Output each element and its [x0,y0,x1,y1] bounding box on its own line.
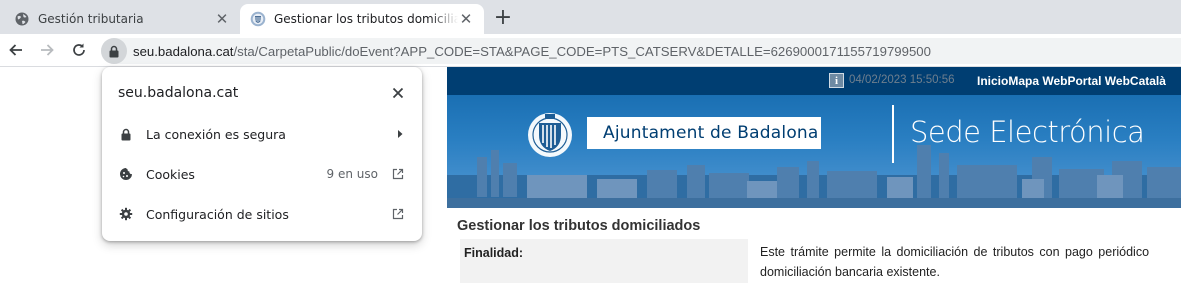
tab-close-button[interactable]: ✕ [458,10,474,28]
chevron-right-icon [398,130,403,138]
banner-divider [892,105,894,163]
cookies-item[interactable]: Cookies 9 en uso [102,154,422,194]
finalidad-value-line1: Este trámite permite la domiciliación de… [760,245,1150,259]
site-settings-item[interactable]: Configuración de sitios [102,194,422,234]
connection-secure-label: La conexión es segura [146,126,286,142]
top-nav-links[interactable]: InicioMapa WebPortal WebCatalà [977,74,1166,88]
reload-icon [73,43,85,56]
sede-electronica-title: Sede Electrónica [910,115,1145,149]
badalona-seal-logo [528,113,572,157]
url-host: seu.badalona.cat [133,43,234,59]
site-top-bar: i 04/02/2023 15:50:56 InicioMapa WebPort… [447,67,1181,95]
tab-gestion-tributaria[interactable]: Gestión tributaria ✕ [4,4,240,34]
lock-icon [118,126,134,142]
new-tab-button[interactable]: + [492,5,514,30]
connection-secure-item[interactable]: La conexión es segura [102,114,422,154]
back-arrow-icon [9,44,22,56]
info-icon[interactable]: i [829,73,844,88]
popup-title: seu.badalona.cat [118,85,239,101]
site-info-button[interactable] [101,38,127,64]
globe-icon [14,11,30,27]
reload-button[interactable] [67,38,91,62]
ajuntament-logo-label[interactable]: Ajuntament de Badalona [587,117,821,149]
site-banner: Ajuntament de Badalona Sede Electrónica [447,95,1181,208]
badalona-seal-icon [250,11,266,27]
tab-label: Gestión tributaria [38,12,144,26]
finalidad-label: Finalidad: [460,239,748,283]
open-external-icon [392,168,404,180]
url-text: seu.badalona.cat/sta/CarpetaPublic/doEve… [133,44,931,59]
open-external-icon [392,208,404,220]
lock-icon [109,45,119,57]
cookie-icon [118,166,134,182]
browser-toolbar: seu.badalona.cat/sta/CarpetaPublic/doEve… [0,34,1181,66]
tab-gestionar-tributos[interactable]: Gestionar los tributos domiciliados ✕ [240,4,484,34]
close-icon [392,87,404,99]
popup-close-button[interactable] [388,83,408,103]
back-button[interactable] [4,38,28,62]
forward-arrow-icon [41,44,54,56]
finalidad-value-line2: domiciliación bancaria existente. [760,265,940,279]
cookies-count: 9 en uso [326,167,378,181]
cookies-label: Cookies [146,166,195,182]
url-path: /sta/CarpetaPublic/doEvent?APP_CODE=STA&… [233,43,931,59]
tab-label: Gestionar los tributos domiciliados [274,12,458,26]
page-title: Gestionar los tributos domiciliados [457,218,701,234]
gear-icon [118,206,134,222]
site-info-popup: seu.badalona.cat La conexión es segura C… [102,67,422,241]
forward-button[interactable] [35,38,59,62]
current-datetime: 04/02/2023 15:50:56 [849,74,955,86]
site-settings-label: Configuración de sitios [146,206,289,222]
finalidad-value: Este trámite permite la domiciliación de… [752,239,1181,283]
address-bar[interactable]: seu.badalona.cat/sta/CarpetaPublic/doEve… [101,38,1181,64]
tab-strip: Gestión tributaria ✕ Gestionar los tribu… [0,0,1181,34]
tab-close-button[interactable]: ✕ [214,10,230,28]
